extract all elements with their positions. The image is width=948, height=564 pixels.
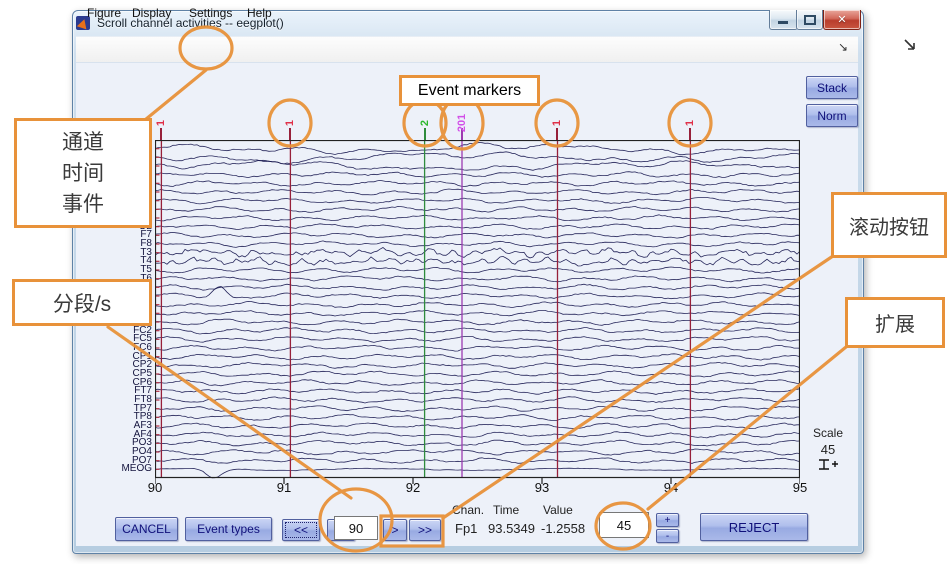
eeg-trace <box>155 189 800 195</box>
eeg-trace <box>155 432 800 438</box>
eeg-trace <box>155 423 800 429</box>
eeg-trace <box>155 440 800 446</box>
screen: Scroll channel activities -- eegplot() ✕… <box>0 0 948 564</box>
title-bar[interactable]: Scroll channel activities -- eegplot() <box>76 12 776 34</box>
eeg-plot-area[interactable] <box>155 140 800 486</box>
eeg-trace <box>155 319 800 325</box>
eeg-trace <box>155 180 800 186</box>
x-tick-label: 95 <box>786 480 814 495</box>
annotation-segment: 分段/s <box>12 279 152 326</box>
eeg-trace <box>155 248 800 258</box>
reject-button[interactable]: REJECT <box>700 513 808 541</box>
scale-minus-button[interactable]: - <box>656 529 679 543</box>
menu-display[interactable]: Display <box>128 4 175 22</box>
scroll-back-fast-button[interactable]: << <box>282 519 320 541</box>
eeg-trace <box>155 458 800 464</box>
eeg-trace <box>155 371 800 377</box>
eeg-trace <box>155 406 800 412</box>
norm-button[interactable]: Norm <box>806 104 858 127</box>
eeg-trace <box>155 468 800 478</box>
eeg-trace <box>155 389 800 395</box>
status-header-time: Time <box>493 503 519 517</box>
scale-edit-field[interactable] <box>599 512 649 538</box>
annotation-expand: 扩展 <box>845 297 945 348</box>
status-header-value: Value <box>543 503 573 517</box>
scale-ibeam-icon <box>815 458 841 472</box>
x-tick-label: 94 <box>657 480 685 495</box>
eeg-trace <box>155 232 800 238</box>
x-tick-label: 92 <box>399 480 427 495</box>
annotation-scroll-buttons: 滚动按钮 <box>831 192 947 258</box>
annotation-channel-time-event: 通道 时间 事件 <box>14 118 152 228</box>
menu-figure[interactable]: Figure <box>83 4 125 22</box>
x-tick-label: 91 <box>270 480 298 495</box>
scale-value: 45 <box>804 442 852 457</box>
eeg-trace <box>155 337 800 343</box>
scale-indicator: Scale 45 <box>804 426 852 477</box>
annotation-event-markers: Event markers <box>399 75 540 106</box>
eeg-trace <box>155 397 800 403</box>
cancel-button[interactable]: CANCEL <box>115 517 178 541</box>
event-marker-label[interactable]: 1 <box>541 106 573 140</box>
status-header-chan: Chan. <box>452 503 484 517</box>
eeg-trace <box>155 301 800 307</box>
eeg-trace <box>155 328 800 334</box>
scroll-forward-button[interactable]: > <box>383 519 407 541</box>
eeg-trace <box>155 286 800 298</box>
eeg-trace <box>155 267 800 273</box>
minimize-button[interactable] <box>769 10 798 30</box>
maximize-button[interactable] <box>796 10 823 30</box>
event-types-button[interactable]: Event types <box>185 517 272 541</box>
eeg-trace <box>155 198 800 204</box>
menu-bar <box>76 36 858 63</box>
eeg-trace <box>155 414 800 420</box>
event-marker-label[interactable]: 1 <box>674 106 706 140</box>
event-marker-label[interactable]: 1 <box>274 106 306 140</box>
close-button[interactable]: ✕ <box>823 10 861 30</box>
mouse-cursor-icon <box>903 38 919 54</box>
time-edit-field[interactable] <box>334 516 378 540</box>
dock-arrow-icon[interactable]: ↘ <box>838 40 848 54</box>
eeg-trace <box>155 215 800 221</box>
status-chan-value: Fp1 <box>455 521 477 536</box>
scale-label: Scale <box>804 426 852 440</box>
eeg-trace <box>155 310 800 316</box>
eeg-trace <box>155 354 800 360</box>
eeg-trace <box>155 380 800 386</box>
eeg-trace <box>155 172 800 178</box>
x-tick-label: 90 <box>141 480 169 495</box>
status-value-value: -1.2558 <box>541 521 585 536</box>
menu-help[interactable]: Help <box>243 4 276 22</box>
eeg-trace <box>155 206 800 212</box>
eeg-trace <box>155 241 800 248</box>
scroll-forward-fast-button[interactable]: >> <box>409 519 441 541</box>
eeg-trace <box>155 276 800 282</box>
eeg-trace <box>155 345 800 351</box>
eeg-trace <box>155 224 800 230</box>
x-tick-label: 93 <box>528 480 556 495</box>
stack-button[interactable]: Stack <box>806 76 858 99</box>
event-marker-label[interactable]: 201 <box>446 106 478 140</box>
event-marker-label[interactable]: 2 <box>409 106 441 140</box>
eeg-trace <box>155 256 800 266</box>
menu-settings[interactable]: Settings <box>185 4 236 22</box>
eeg-trace <box>155 449 800 455</box>
scale-plus-button[interactable]: + <box>656 513 679 527</box>
status-time-value: 93.5349 <box>488 521 535 536</box>
channel-label: MEOG <box>121 464 152 474</box>
eeg-trace <box>155 284 800 290</box>
eeg-trace <box>155 143 800 155</box>
eeg-trace <box>155 362 800 368</box>
